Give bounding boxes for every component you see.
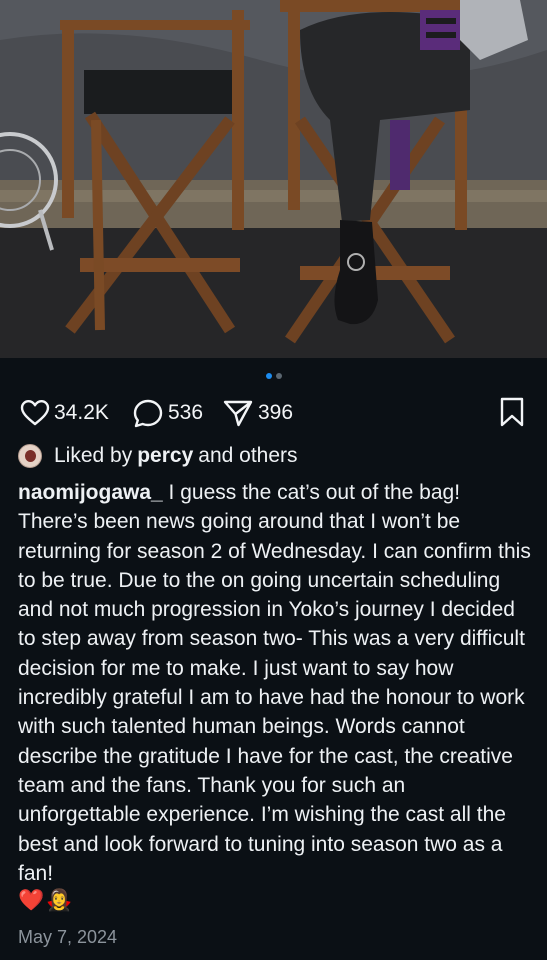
heart-emoji: ❤️: [18, 889, 45, 912]
post-image: [0, 0, 547, 358]
post-caption: naomijogawa_ I guess the cat’s out of th…: [18, 478, 533, 888]
liked-by-user[interactable]: percy: [137, 444, 193, 468]
likes-count: 34.2K: [54, 401, 109, 424]
bookmark-icon: [499, 397, 525, 432]
caption-text: I guess the cat’s out of the bag! There’…: [18, 481, 531, 885]
post-actions-bar: 34.2K 536 396: [0, 396, 547, 430]
like-button[interactable]: 34.2K: [20, 396, 109, 430]
vampire-emoji: 🧛‍♀️: [46, 889, 73, 912]
carousel-dot: [275, 373, 282, 379]
comment-icon: [132, 398, 164, 428]
carousel-indicator: [0, 373, 547, 381]
liked-by-prefix: Liked by: [54, 444, 133, 467]
post-date: May 7, 2024: [18, 927, 118, 947]
liked-by-row[interactable]: Liked by percy and others: [18, 444, 298, 468]
liked-by-suffix: and others: [198, 444, 298, 467]
avatar: [18, 444, 42, 468]
comment-button[interactable]: 536: [132, 396, 203, 430]
caption-username[interactable]: naomijogawa_: [18, 481, 163, 504]
send-icon: [222, 398, 254, 428]
shares-count: 396: [258, 401, 294, 424]
heart-icon: [20, 399, 50, 427]
comments-count: 536: [168, 401, 204, 424]
save-button[interactable]: [499, 396, 525, 433]
carousel-dot-active: [265, 373, 272, 379]
caption-emojis: ❤️ 🧛‍♀️: [18, 886, 72, 916]
share-button[interactable]: 396: [222, 396, 293, 430]
post-photo[interactable]: [0, 0, 547, 358]
